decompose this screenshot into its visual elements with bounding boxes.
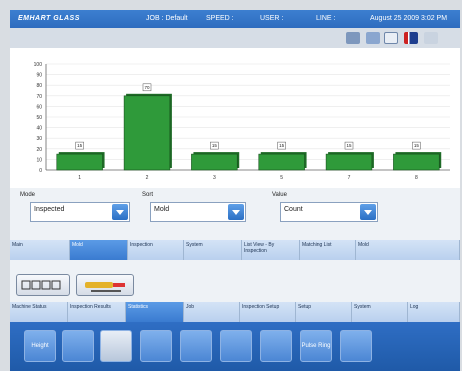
tab-setup[interactable]: Setup <box>296 302 352 322</box>
mode-label: Mode <box>20 192 36 198</box>
sort-label: Sort <box>142 192 154 198</box>
y-tick-label: 80 <box>36 83 42 89</box>
inspection-button-bar: Height Pulse Ring <box>10 322 460 371</box>
stress-icon[interactable] <box>140 330 172 362</box>
bar-chart: 1009080706050403020100151702153155157158 <box>34 62 450 181</box>
x-tick-label: 2 <box>146 175 149 181</box>
y-tick-label: 60 <box>36 104 42 110</box>
x-tick-label: 8 <box>415 175 418 181</box>
grid-icon <box>21 280 61 290</box>
tab-inspection-setup[interactable]: Inspection Setup <box>240 302 296 322</box>
tab-job[interactable]: Job <box>184 302 240 322</box>
neck-icon[interactable] <box>260 330 292 362</box>
sidewall-icon[interactable] <box>100 330 132 362</box>
value-label: Value <box>272 192 287 198</box>
tab-system[interactable]: System <box>184 240 242 260</box>
line-status: LINE : <box>316 15 336 22</box>
x-tick-label: 3 <box>213 175 216 181</box>
height-button[interactable]: Height <box>24 330 56 362</box>
keyboard-icon[interactable] <box>346 32 360 44</box>
y-tick-label: 70 <box>36 94 42 100</box>
statistics-chart: 100 90 80 70 60 50 40 30 20 10 0 15 1 70 2 15 3 15 5 15 7 15 8 <box>10 48 460 188</box>
bar <box>325 153 373 171</box>
y-tick-label: 40 <box>36 126 42 132</box>
title-bar: EMHART GLASS JOB : Default SPEED : USER … <box>10 10 460 28</box>
bar <box>123 95 171 171</box>
y-tick-label: 50 <box>36 115 42 121</box>
mode-select[interactable]: Inspected <box>30 202 130 222</box>
value-select[interactable]: Count <box>280 202 378 222</box>
person-icon[interactable] <box>424 32 438 44</box>
sort-select[interactable]: Mold <box>150 202 246 222</box>
tab-statistics[interactable]: Statistics <box>126 302 184 322</box>
data-label: 15 <box>212 143 218 148</box>
window-icon[interactable] <box>366 32 380 44</box>
speed-status: SPEED : <box>206 15 234 22</box>
chevron-down-icon[interactable] <box>360 204 376 220</box>
bar <box>191 153 238 171</box>
table-view-button[interactable] <box>16 274 70 296</box>
y-tick-label: 0 <box>39 168 42 174</box>
filter-controls: Mode Inspected Sort Mold Value Count <box>10 188 460 244</box>
shoulder-icon[interactable] <box>220 330 252 362</box>
dial-icon[interactable] <box>340 330 372 362</box>
datetime: August 25 2009 3:02 PM <box>370 15 448 22</box>
uk-flag-icon[interactable] <box>404 32 418 44</box>
x-tick-label: 1 <box>78 175 81 181</box>
tab-mold-2[interactable]: Mold <box>356 240 460 260</box>
y-tick-label: 10 <box>36 157 42 163</box>
tab-main[interactable]: Main <box>10 240 70 260</box>
main-tab-row: Machine Status Inspection Results Statis… <box>10 302 460 322</box>
pulse-ring-button[interactable]: Pulse Ring <box>300 330 332 362</box>
y-tick-label: 30 <box>36 136 42 142</box>
data-label: 15 <box>346 143 352 148</box>
job-status: JOB : Default <box>146 15 188 22</box>
tab-log[interactable]: Log <box>408 302 460 322</box>
y-tick-label: 90 <box>36 73 42 79</box>
user-status: USER : <box>260 15 284 22</box>
brand-logo: EMHART GLASS <box>18 15 80 22</box>
data-label: 70 <box>144 85 150 90</box>
data-label: 15 <box>279 143 285 148</box>
reject-view-button[interactable] <box>76 274 134 296</box>
base-icon[interactable] <box>180 330 212 362</box>
sub-tab-row: Main Mold Inspection System List View - … <box>10 240 460 260</box>
y-tick-label: 100 <box>34 62 43 68</box>
tab-mold[interactable]: Mold <box>70 240 128 260</box>
bar <box>258 153 305 171</box>
tab-list-view[interactable]: List View - By Inspection <box>242 240 300 260</box>
app-window: EMHART GLASS JOB : Default SPEED : USER … <box>10 10 460 371</box>
bar <box>56 153 103 171</box>
finish-icon[interactable] <box>62 330 94 362</box>
tab-system[interactable]: System <box>352 302 408 322</box>
tab-machine-status[interactable]: Machine Status <box>10 302 68 322</box>
toolbar <box>10 28 460 48</box>
chevron-down-icon[interactable] <box>228 204 244 220</box>
view-button-row <box>10 268 460 300</box>
y-tick-label: 20 <box>36 147 42 153</box>
data-label: 15 <box>77 143 83 148</box>
data-label: 15 <box>414 143 420 148</box>
bar <box>393 153 440 171</box>
x-tick-label: 7 <box>348 175 351 181</box>
tab-matching-list[interactable]: Matching List <box>300 240 356 260</box>
bottle-reject-icon <box>85 282 125 292</box>
tab-inspection-results[interactable]: Inspection Results <box>68 302 126 322</box>
tab-inspection[interactable]: Inspection <box>128 240 184 260</box>
chevron-down-icon[interactable] <box>112 204 128 220</box>
x-tick-label: 5 <box>280 175 283 181</box>
book-icon[interactable] <box>384 32 398 44</box>
